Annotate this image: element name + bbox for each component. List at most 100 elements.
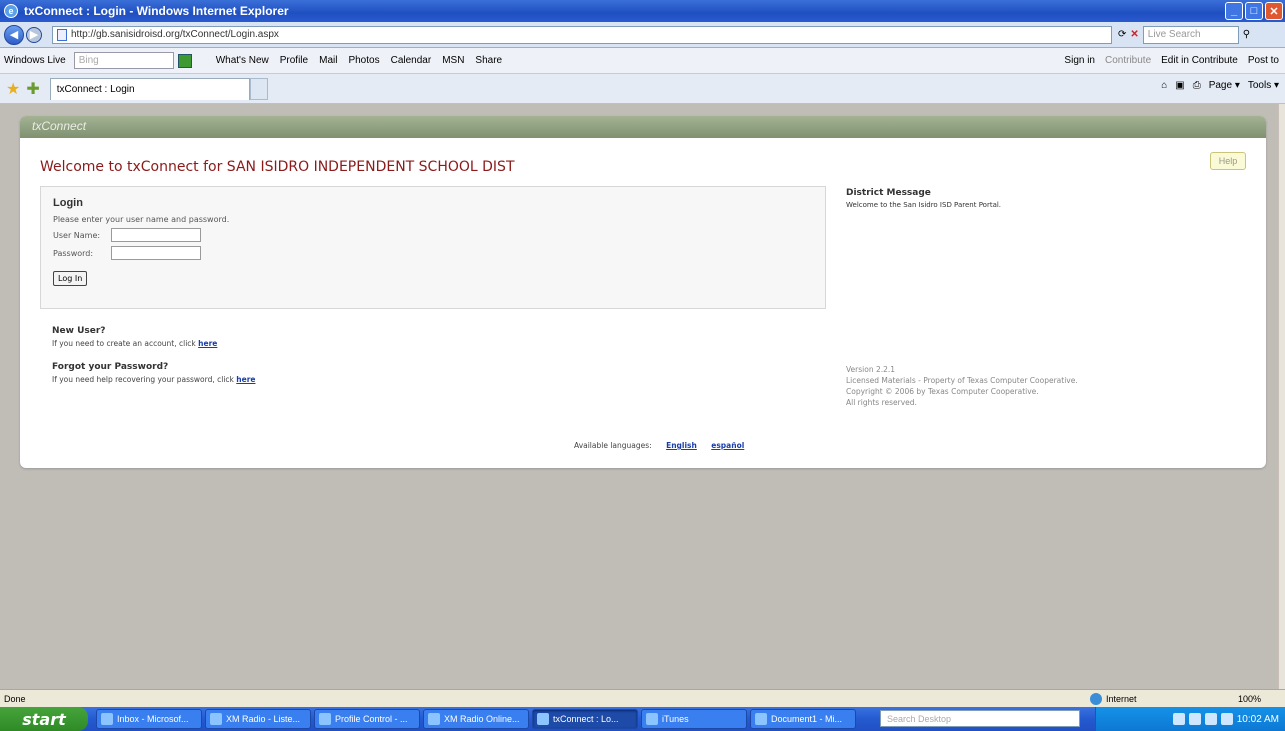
toolbar-link-photos[interactable]: Photos xyxy=(348,55,379,66)
forgot-password-title: Forgot your Password? xyxy=(52,362,169,372)
login-button[interactable]: Log In xyxy=(53,271,88,286)
forward-button[interactable]: ▶ xyxy=(26,26,42,43)
login-panel: txConnect Welcome to txConnect for SAN I… xyxy=(20,116,1266,468)
print-icon[interactable]: ⎙ xyxy=(1193,80,1201,91)
toolbar-link-msn[interactable]: MSN xyxy=(442,55,464,66)
new-tab-button[interactable] xyxy=(249,77,268,100)
taskbar: start Inbox - Microsof... XM Radio - Lis… xyxy=(0,707,1285,731)
login-title: Login xyxy=(53,197,83,209)
window-titlebar: e txConnect : Login - Windows Internet E… xyxy=(0,0,1285,22)
window-title: txConnect : Login - Windows Internet Exp… xyxy=(24,4,289,18)
language-selector: Available languages: English español xyxy=(574,441,744,450)
edit-in-contribute-link[interactable]: Edit in Contribute xyxy=(1161,55,1238,66)
vertical-scrollbar[interactable] xyxy=(1278,104,1285,689)
username-input[interactable] xyxy=(111,228,201,242)
task-profile-control[interactable]: Profile Control - ... xyxy=(314,709,420,729)
tray-icon[interactable] xyxy=(1188,713,1201,725)
sign-in-link[interactable]: Sign in xyxy=(1064,55,1095,66)
district-message-title: District Message xyxy=(846,188,931,198)
home-icon[interactable]: ⌂ xyxy=(1161,80,1167,91)
task-xm-radio-online[interactable]: XM Radio Online... xyxy=(423,709,529,729)
itunes-icon xyxy=(646,713,658,725)
add-favorites-icon[interactable]: ✚ xyxy=(26,79,39,99)
search-icon[interactable]: ⚲ xyxy=(1243,29,1250,40)
clock: 10:02 AM xyxy=(1236,713,1279,725)
new-user-section: New User? If you need to create an accou… xyxy=(52,326,217,348)
forgot-password-text: If you need help recovering your passwor… xyxy=(52,375,237,384)
new-user-text: If you need to create an account, click xyxy=(52,339,199,348)
ie-icon xyxy=(537,713,549,725)
feeds-icon[interactable]: ▣ xyxy=(1175,80,1184,91)
maximize-button[interactable]: □ xyxy=(1245,2,1263,20)
zoom-level[interactable]: 100% xyxy=(1238,694,1261,704)
status-text: Done xyxy=(4,693,26,704)
windows-live-toolbar: Windows Live Bing What's New Profile Mai… xyxy=(0,48,1285,74)
password-label: Password: xyxy=(53,248,94,258)
address-bar: ◀ ▶ http://gb.sanisidroisd.org/txConnect… xyxy=(0,22,1285,48)
toolbar-link-whats-new[interactable]: What's New xyxy=(216,55,269,66)
tray-icon[interactable] xyxy=(1172,713,1185,725)
new-user-title: New User? xyxy=(52,326,106,336)
windows-live-brand: Windows Live xyxy=(4,55,66,66)
district-message: District Message Welcome to the San Isid… xyxy=(846,188,1001,209)
rights-text: All rights reserved. xyxy=(846,398,917,407)
tab-txconnect-login[interactable]: txConnect : Login xyxy=(49,77,250,100)
license-text: Licensed Materials - Property of Texas C… xyxy=(846,376,1078,385)
password-input[interactable] xyxy=(111,246,201,260)
login-box: Login Please enter your user name and pa… xyxy=(40,186,826,309)
security-zone: Internet xyxy=(1106,693,1137,704)
word-icon xyxy=(755,713,767,725)
page-menu[interactable]: Page ▾ xyxy=(1209,80,1240,91)
tools-menu[interactable]: Tools ▾ xyxy=(1248,80,1279,91)
bing-search-input[interactable]: Bing xyxy=(73,52,174,69)
language-espanol-link[interactable]: español xyxy=(711,441,744,450)
toolbar-link-share[interactable]: Share xyxy=(475,55,502,66)
languages-label: Available languages: xyxy=(574,441,652,450)
username-label: User Name: xyxy=(53,230,101,240)
page-icon xyxy=(57,28,67,41)
ie-icon: e xyxy=(4,4,18,18)
back-button[interactable]: ◀ xyxy=(4,24,24,45)
favorites-star-icon[interactable]: ★ xyxy=(6,79,20,99)
post-to-link[interactable]: Post to xyxy=(1248,55,1279,66)
forgot-password-section: Forgot your Password? If you need help r… xyxy=(52,362,255,384)
close-button[interactable]: ✕ xyxy=(1265,2,1283,20)
tray-icon[interactable] xyxy=(1204,713,1217,725)
url-text: http://gb.sanisidroisd.org/txConnect/Log… xyxy=(71,29,279,40)
minimize-button[interactable]: _ xyxy=(1225,2,1243,20)
help-button[interactable]: Help xyxy=(1210,152,1246,170)
bing-search-button[interactable] xyxy=(177,53,192,68)
create-account-link[interactable]: here xyxy=(198,339,217,348)
copyright-text: Copyright © 2006 by Texas Computer Coope… xyxy=(846,387,1039,396)
page-title: Welcome to txConnect for SAN ISIDRO INDE… xyxy=(40,159,515,175)
toolbar-link-calendar[interactable]: Calendar xyxy=(391,55,432,66)
status-bar: Done Internet 100% xyxy=(0,689,1285,707)
login-instructions: Please enter your user name and password… xyxy=(53,215,230,224)
refresh-icon[interactable]: ⟳ xyxy=(1118,29,1126,40)
tab-row: ★ ✚ txConnect : Login ⌂ ▣ ⎙ Page ▾ Tools… xyxy=(0,74,1285,104)
outlook-icon xyxy=(101,713,113,725)
version-info: Version 2.2.1 Licensed Materials - Prope… xyxy=(846,364,1078,408)
stop-icon[interactable]: ✕ xyxy=(1130,29,1138,40)
version-number: Version 2.2.1 xyxy=(846,365,896,374)
task-xm-radio-listen[interactable]: XM Radio - Liste... xyxy=(205,709,311,729)
task-document1[interactable]: Document1 - Mi... xyxy=(750,709,856,729)
system-tray: 10:02 AM xyxy=(1095,707,1285,731)
start-button[interactable]: start xyxy=(0,707,88,731)
url-field[interactable]: http://gb.sanisidroisd.org/txConnect/Log… xyxy=(52,25,1112,44)
recover-password-link[interactable]: here xyxy=(236,375,255,384)
task-itunes[interactable]: iTunes xyxy=(641,709,747,729)
task-txconnect[interactable]: txConnect : Lo... xyxy=(532,709,638,729)
live-search-input[interactable]: Live Search xyxy=(1142,25,1239,44)
contribute-link[interactable]: Contribute xyxy=(1105,55,1151,66)
desktop-search-input[interactable]: Search Desktop xyxy=(880,710,1080,727)
ie-icon xyxy=(319,713,331,725)
task-inbox[interactable]: Inbox - Microsof... xyxy=(96,709,202,729)
language-english-link[interactable]: English xyxy=(666,441,697,450)
ie-icon xyxy=(210,713,222,725)
internet-zone-icon xyxy=(1090,692,1102,705)
toolbar-link-mail[interactable]: Mail xyxy=(319,55,337,66)
toolbar-link-profile[interactable]: Profile xyxy=(280,55,308,66)
tray-icon[interactable] xyxy=(1220,713,1233,725)
header-logo: txConnect xyxy=(20,116,1266,138)
